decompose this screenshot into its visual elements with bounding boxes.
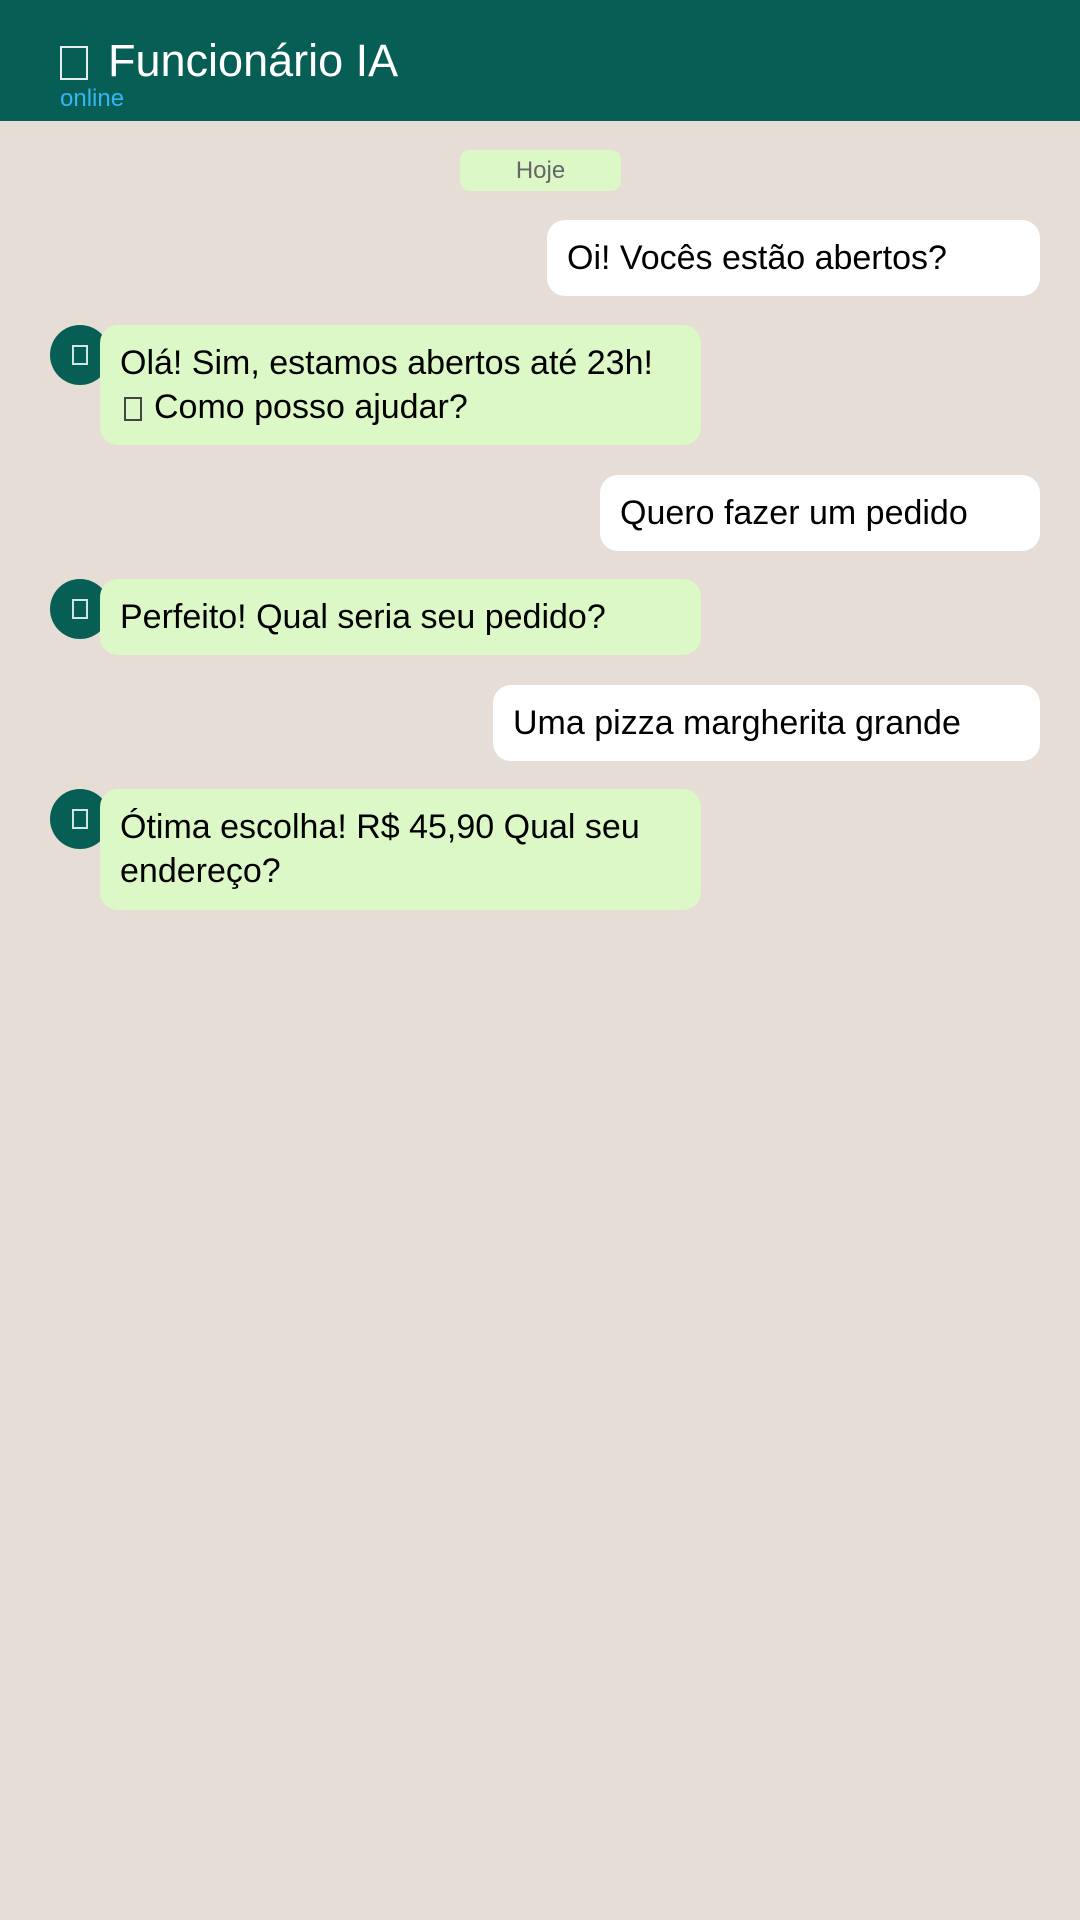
message-line-text: Como posso ajudar? [154, 388, 468, 426]
message-outgoing: Quero fazer um pedido [600, 475, 1040, 551]
message-incoming: Perfeito! Qual seria seu pedido? [100, 579, 701, 655]
chat-title: Funcionário IA [108, 35, 399, 86]
chat-status: online [60, 85, 125, 112]
message-outgoing: Uma pizza margherita grande [493, 685, 1040, 761]
message-incoming: Olá! Sim, estamos abertos até 23h! Como … [100, 325, 701, 445]
message-incoming: Ótima escolha! R$ 45,90 Qual seu endereç… [100, 789, 701, 910]
message-line: Como posso ajudar? [120, 385, 681, 429]
bot-icon [60, 46, 88, 80]
bot-icon [72, 809, 88, 829]
bot-icon [72, 599, 88, 619]
bot-icon [72, 345, 88, 365]
date-chip: Hoje [460, 150, 621, 191]
message-outgoing: Oi! Vocês estão abertos? [547, 220, 1040, 296]
header-title-row: Funcionário IA [60, 36, 398, 86]
emoji-icon [124, 397, 142, 421]
message-line: Olá! Sim, estamos abertos até 23h! [120, 344, 653, 382]
chat-header: Funcionário IA online [0, 0, 1080, 121]
